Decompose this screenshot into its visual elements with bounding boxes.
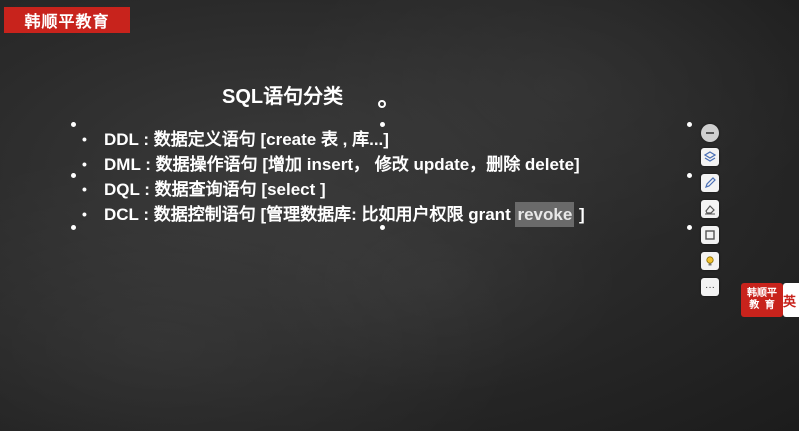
minus-icon[interactable] [701,124,719,142]
language-toggle[interactable]: 英 [783,283,799,317]
brand-logo: 韩顺平教育 [4,7,130,33]
bullet-icon: • [82,206,87,222]
list-item: • DQL : 数据查询语句 [select ] [82,177,585,202]
bullet-icon: • [82,156,87,172]
bullet-icon: • [82,131,87,147]
rectangle-icon[interactable] [701,226,719,244]
bulb-icon[interactable] [701,252,719,270]
sql-category-list: • DDL : 数据定义语句 [create 表 , 库...] • DML : 数… [82,127,585,227]
slide-title: SQL语句分类 [222,86,344,108]
list-item: • DML : 数据操作语句 [增加 insert， 修改 update，删除 d… [82,152,585,177]
highlighted-text: revoke [515,202,575,227]
bullet-icon: • [82,181,87,197]
pen-icon[interactable] [701,174,719,192]
channel-logo-badge: 韩顺平 教 育 [741,283,783,317]
list-item: • DDL : 数据定义语句 [create 表 , 库...] [82,127,585,152]
resize-handle-bottom-right[interactable] [687,225,692,230]
more-icon[interactable]: ··· [701,278,719,296]
resize-handle-middle-left[interactable] [71,173,76,178]
layers-icon[interactable] [701,148,719,166]
resize-handle-top-right[interactable] [687,122,692,127]
rotate-handle[interactable] [378,100,386,108]
resize-handle-bottom-left[interactable] [71,225,76,230]
resize-handle-top-left[interactable] [71,122,76,127]
eraser-icon[interactable] [701,200,719,218]
list-item: • DCL : 数据控制语句 [管理数据库: 比如用户权限 grant revok… [82,202,585,227]
resize-handle-middle-right[interactable] [687,173,692,178]
